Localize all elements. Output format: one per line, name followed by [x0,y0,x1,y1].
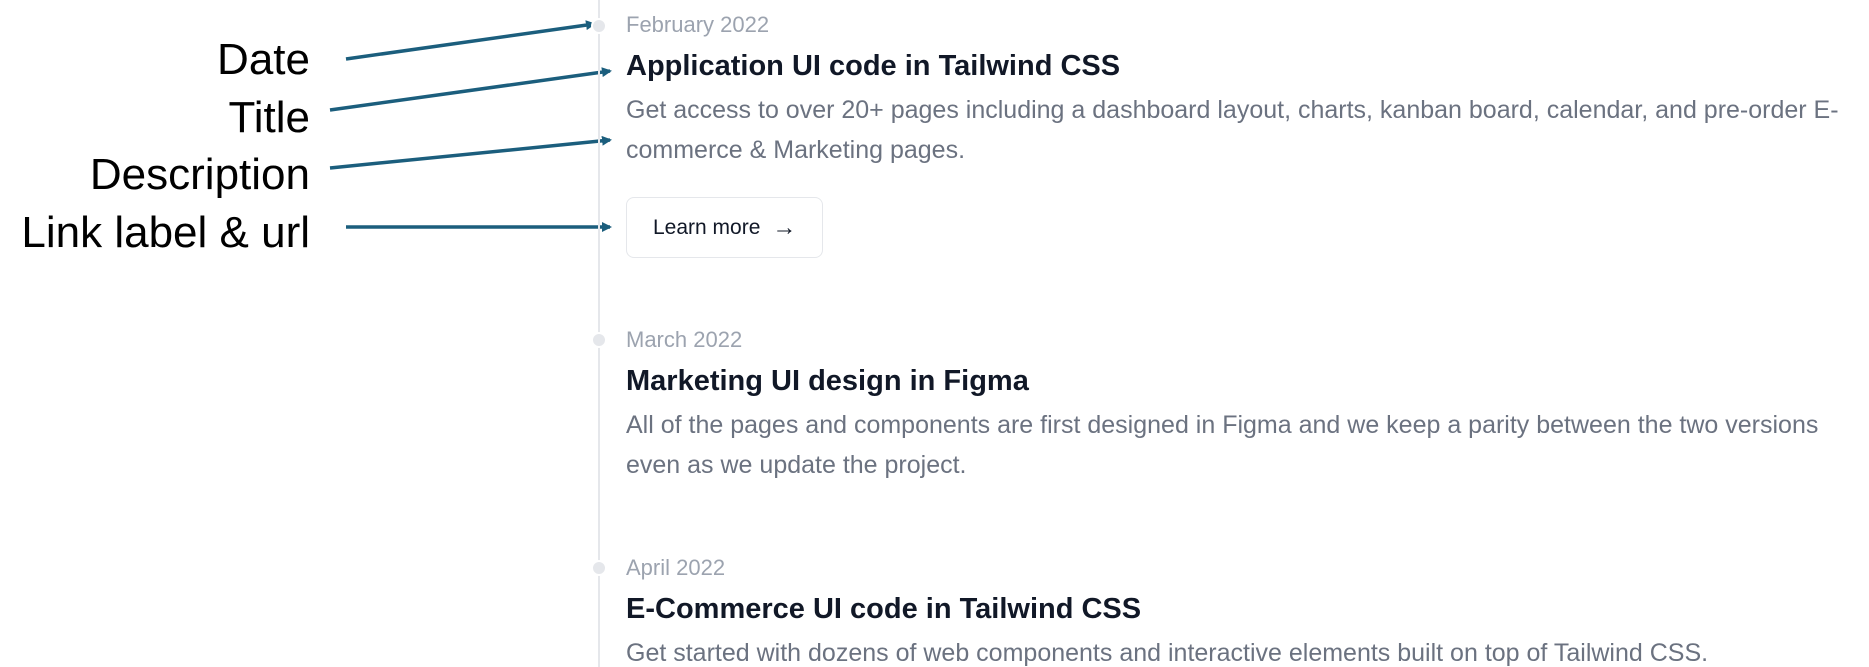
annotation-link: Link label & url [21,208,310,257]
timeline-date: March 2022 [626,327,743,352]
arrow-to-description [329,135,612,170]
timeline-date: February 2022 [626,12,770,37]
timeline-dot [591,18,607,34]
timeline-title: E-Commerce UI code in Tailwind CSS [626,593,1142,626]
timeline-item: March 2022 Marketing UI design in Figma … [626,327,1869,485]
timeline-item: April 2022 E-Commerce UI code in Tailwin… [626,555,1869,667]
timeline-dot [591,560,607,576]
timeline-item: February 2022 Application UI code in Tai… [626,12,1869,259]
timeline-title: Marketing UI design in Figma [626,365,1029,398]
timeline-dot [591,332,607,348]
timeline-title: Application UI code in Tailwind CSS [626,50,1121,83]
annotation-date: Date [217,35,310,84]
timeline-date: April 2022 [626,555,726,580]
timeline-description: Get started with dozens of web component… [626,639,1709,667]
timeline-description: Get access to over 20+ pages including a… [626,96,1839,165]
annotation-description: Description [89,150,310,199]
arrow-right-icon: → [772,213,797,241]
arrow-to-date [345,20,596,61]
learn-more-label: Learn more [653,215,761,239]
learn-more-button[interactable]: Learn more → [626,197,824,259]
timeline-description: All of the pages and components are firs… [626,411,1819,480]
arrow-to-title [329,67,612,112]
annotation-title: Title [228,93,311,142]
